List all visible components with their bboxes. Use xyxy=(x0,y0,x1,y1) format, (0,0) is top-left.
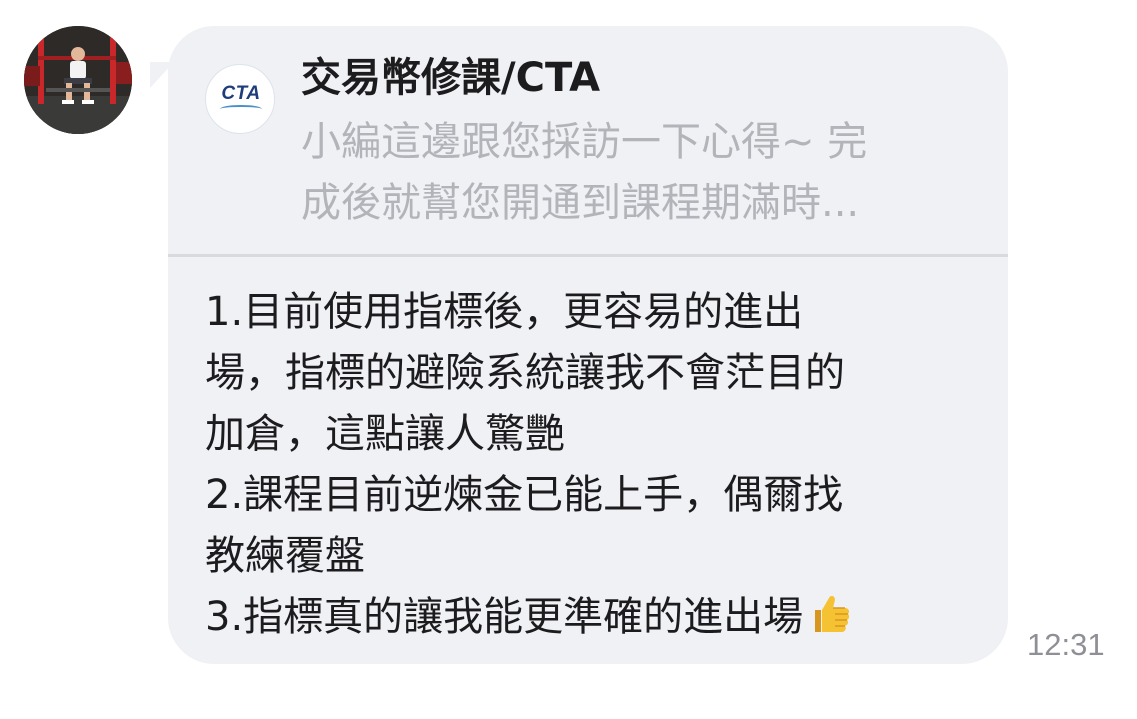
message-line: 2.課程目前逆煉金已能上手，偶爾找 xyxy=(205,472,844,518)
reply-preview-line: 成後就幫您開通到課程期滿時... xyxy=(301,180,860,226)
thumbs-up-icon xyxy=(805,590,851,654)
message-bubble[interactable]: CTA 交易幣修課/CTA 小編這邊跟您採訪一下心得~ 完 成後就幫您開通到課程… xyxy=(168,26,1008,664)
message-line-text: 3.指標真的讓我能更準確的進出場 xyxy=(205,594,804,640)
message-line: 加倉，這點讓人驚艷 xyxy=(205,411,565,457)
logo-swoosh xyxy=(220,105,262,113)
message-line: 教練覆盤 xyxy=(205,533,365,579)
message-timestamp: 12:31 xyxy=(1027,627,1105,662)
reply-quote[interactable]: CTA 交易幣修課/CTA 小編這邊跟您採訪一下心得~ 完 成後就幫您開通到課程… xyxy=(168,26,1008,254)
cta-logo: CTA xyxy=(205,64,275,134)
message-line: 場，指標的避險系統讓我不會茫目的 xyxy=(205,350,845,396)
message-line: 1.目前使用指標後，更容易的進出 xyxy=(205,289,804,335)
reply-preview-text: 小編這邊跟您採訪一下心得~ 完 成後就幫您開通到課程期滿時... xyxy=(301,112,981,234)
message-line-last: 3.指標真的讓我能更準確的進出場 xyxy=(205,587,995,648)
message-text: 1.目前使用指標後，更容易的進出 場，指標的避險系統讓我不會茫目的 加倉，這點讓… xyxy=(205,282,995,648)
reply-preview-line: 小編這邊跟您採訪一下心得~ 完 xyxy=(301,119,868,165)
reply-sender-name: 交易幣修課/CTA xyxy=(301,55,601,101)
gym-photo-avatar xyxy=(24,26,132,134)
sender-avatar[interactable] xyxy=(24,26,132,134)
logo-text: CTA xyxy=(221,83,261,104)
reply-divider xyxy=(168,254,1008,257)
